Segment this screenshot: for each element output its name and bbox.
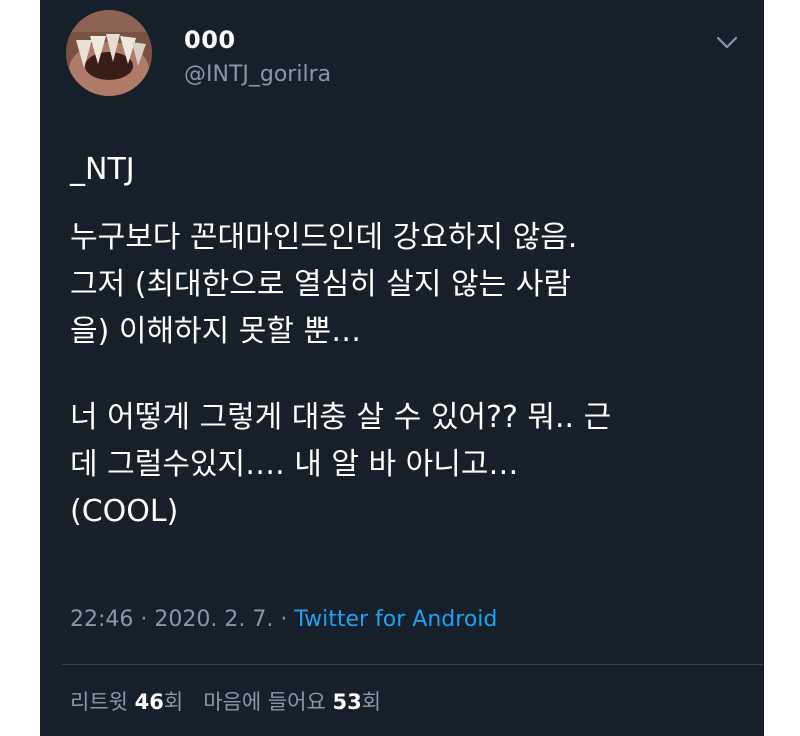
like-label: 마음에 들어요	[183, 690, 333, 714]
tweet-date[interactable]: 2020. 2. 7.	[154, 607, 273, 632]
tweet-meta: 22:46 · 2020. 2. 7. · Twitter for Androi…	[70, 607, 497, 632]
meta-separator: ·	[273, 607, 295, 632]
tweet-text-line: 을) 이해하지 못할 뿐…	[70, 314, 362, 349]
like-count: 53	[332, 690, 362, 714]
tweet-text-line: 그저 (최대한으로 열심히 살지 않는 사람	[70, 267, 571, 302]
chevron-down-icon[interactable]	[716, 36, 738, 50]
tweet-card: 000 @INTJ_gorilra _NTJ 누구보다 꼰대마인드인데 강요하지…	[40, 0, 764, 736]
tweet-text-line: 데 그럴수있지…. 내 알 바 아니고…	[70, 447, 519, 482]
tweet-source-link[interactable]: Twitter for Android	[294, 607, 497, 632]
like-unit: 회	[361, 690, 382, 714]
display-name[interactable]: 000	[184, 26, 236, 54]
tweet-text-line: 너 어떻게 그렇게 대충 살 수 있어?? 뭐.. 근	[70, 400, 612, 435]
tweet-paragraph-1: 누구보다 꼰대마인드인데 강요하지 않음. 그저 (최대한으로 열심히 살지 않…	[70, 214, 577, 355]
like-stat[interactable]: 마음에 들어요 53회	[183, 690, 381, 714]
tweet-text-line: _NTJ	[70, 152, 135, 187]
meta-separator: ·	[133, 607, 155, 632]
retweet-unit: 회	[163, 690, 184, 714]
divider	[62, 664, 764, 665]
retweet-stat[interactable]: 리트윗 46회	[70, 690, 183, 714]
tweet-text-line: 누구보다 꼰대마인드인데 강요하지 않음.	[70, 220, 578, 255]
avatar-image	[66, 10, 152, 96]
tweet-stats: 리트윗 46회 마음에 들어요 53회	[70, 686, 381, 716]
user-handle[interactable]: @INTJ_gorilra	[184, 62, 331, 87]
avatar[interactable]	[66, 10, 152, 96]
tweet-time[interactable]: 22:46	[70, 607, 133, 632]
retweet-count: 46	[134, 690, 164, 714]
tweet-paragraph-2: 너 어떻게 그렇게 대충 살 수 있어?? 뭐.. 근 데 그럴수있지…. 내 …	[70, 394, 611, 535]
retweet-label: 리트윗	[70, 690, 135, 714]
tweet-text-line: (COOL)	[70, 494, 179, 529]
